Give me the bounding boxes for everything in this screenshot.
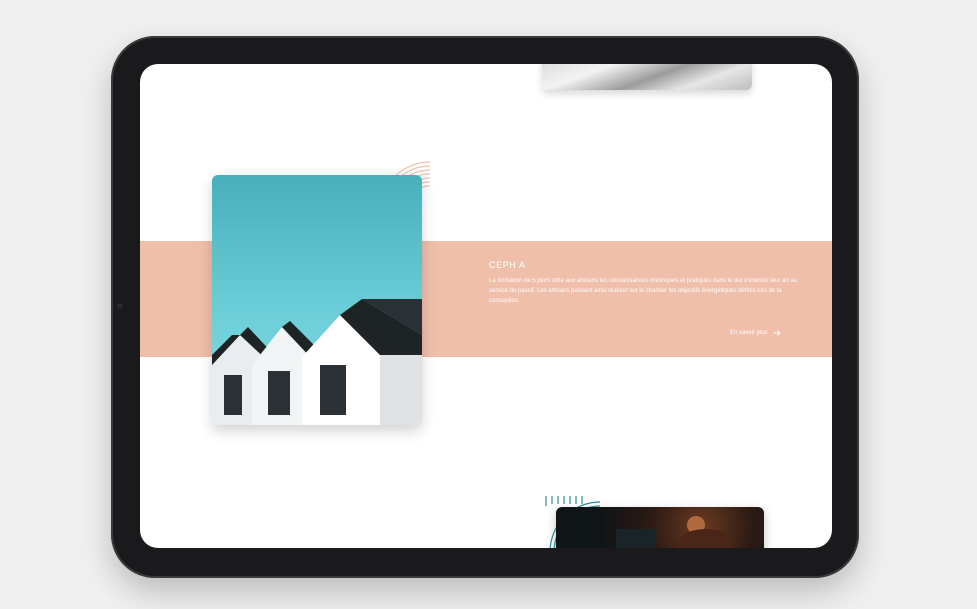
learn-more-link[interactable]: En savoir plus	[730, 329, 781, 337]
house-photo	[212, 175, 422, 425]
section-description: La formation de 5 jours offre aux artisa…	[489, 278, 798, 304]
arrow-right-icon	[773, 330, 781, 336]
top-partial-image	[542, 64, 752, 90]
section-title: CEPH A	[489, 260, 526, 270]
bottom-photo-illustration	[616, 516, 732, 548]
bottom-partial-image	[556, 507, 764, 548]
tablet-screen: CEPH A La formation de 5 jours offre aux…	[140, 64, 832, 548]
camera	[117, 303, 123, 309]
learn-more-label: En savoir plus	[730, 330, 768, 336]
section-text: CEPH A La formation de 5 jours offre aux…	[489, 260, 801, 306]
house-illustration	[212, 175, 422, 425]
